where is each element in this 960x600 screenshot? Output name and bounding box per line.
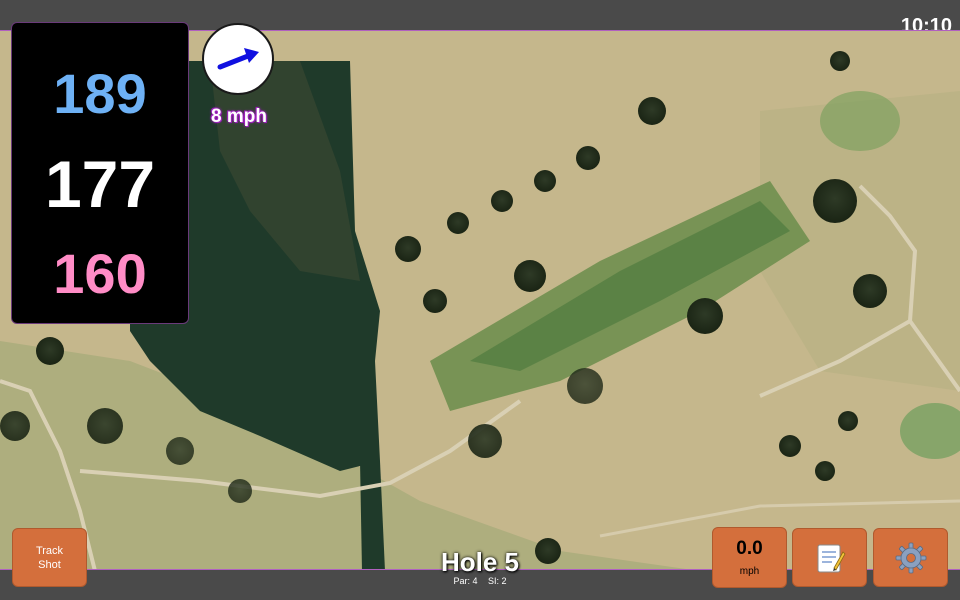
hole-info: Par: 4 SI: 2 bbox=[400, 576, 560, 586]
front-yardage: 160 bbox=[53, 242, 147, 305]
wind-speed-label: 8 mph bbox=[211, 106, 267, 127]
wind-readout-unit: mph bbox=[739, 566, 760, 577]
notes-icon bbox=[817, 544, 846, 573]
hole-title: Hole 5 bbox=[440, 547, 520, 577]
yardage-panel: 189 177 160 bbox=[11, 22, 189, 324]
middle-yardage: 177 bbox=[44, 147, 156, 221]
wind-readout-button[interactable]: 0.0 mph bbox=[712, 527, 787, 588]
wind-direction-indicator bbox=[202, 23, 274, 95]
settings-button[interactable] bbox=[873, 528, 948, 587]
notes-button[interactable] bbox=[792, 528, 867, 587]
track-shot-button[interactable]: Track Shot bbox=[12, 528, 87, 587]
track-shot-label-line1: Track bbox=[35, 544, 64, 557]
back-yardage: 189 bbox=[53, 62, 147, 125]
track-shot-label-line2: Shot bbox=[38, 558, 61, 571]
hole-stroke-index: SI: 2 bbox=[488, 576, 507, 586]
wind-arrow-icon bbox=[217, 48, 259, 70]
gear-icon bbox=[895, 542, 927, 574]
hole-par: Par: 4 bbox=[453, 576, 478, 586]
wind-readout-value: 0.0 bbox=[736, 538, 763, 559]
